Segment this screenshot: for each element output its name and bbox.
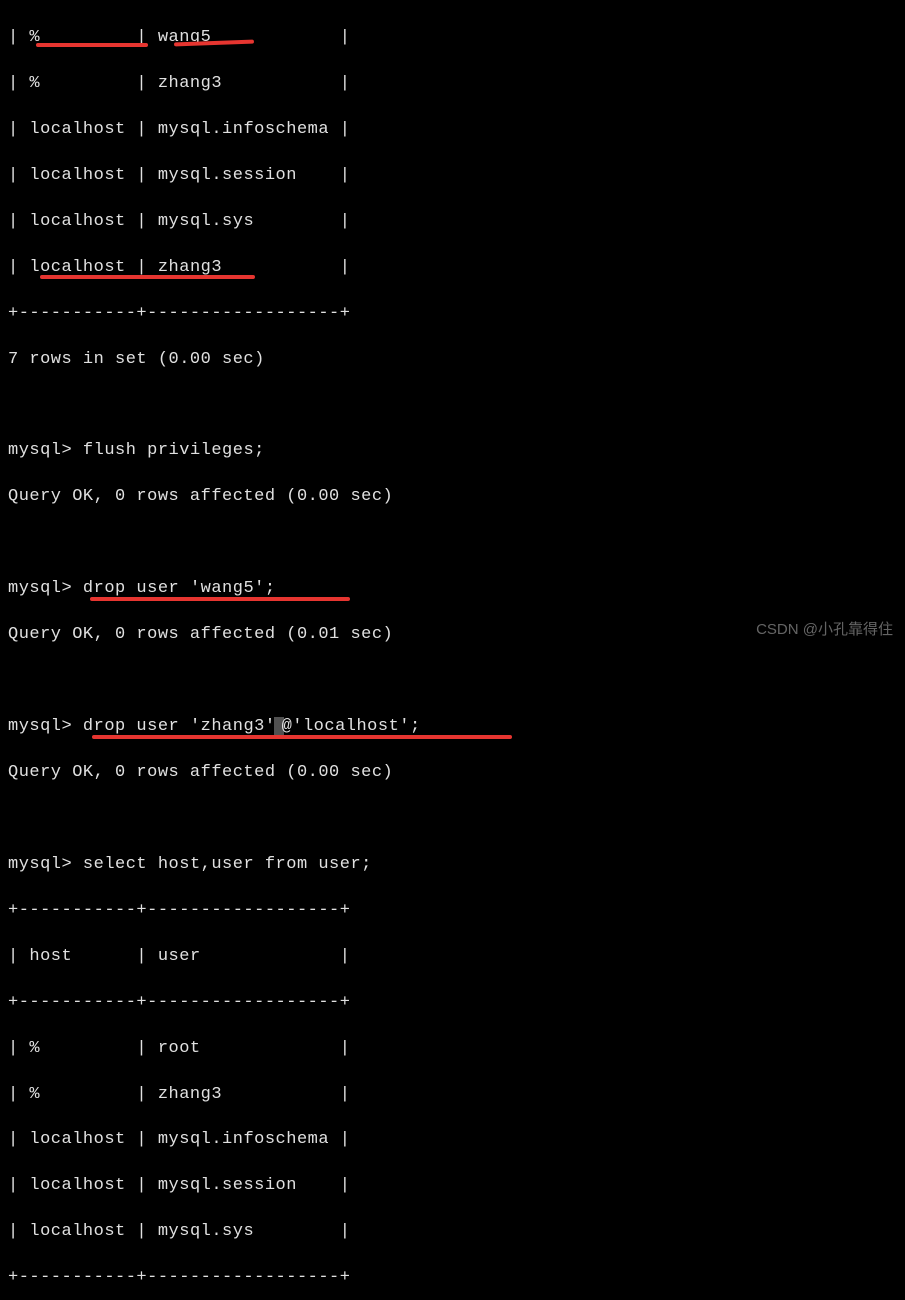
blank-line [8, 394, 897, 417]
mysql-prompt-line[interactable]: mysql> flush privileges; [8, 440, 897, 463]
table-header: | host | user | [8, 946, 897, 969]
table-row: | % | root | [8, 1038, 897, 1061]
watermark: CSDN @小孔靠得住 [756, 620, 893, 640]
table-row: | localhost | zhang3 | [8, 257, 897, 280]
table-row: | % | wang5 | [8, 27, 897, 50]
table-row: | localhost | mysql.sys | [8, 1221, 897, 1244]
row-count: 7 rows in set (0.00 sec) [8, 349, 897, 372]
terminal-output: | % | wang5 | | % | zhang3 | | localhost… [8, 4, 897, 1300]
table-row: | localhost | mysql.infoschema | [8, 119, 897, 142]
table-row: | localhost | mysql.session | [8, 165, 897, 188]
table-row: | localhost | mysql.infoschema | [8, 1129, 897, 1152]
table-row: | % | zhang3 | [8, 73, 897, 96]
table-border: +-----------+------------------+ [8, 303, 897, 326]
query-result: Query OK, 0 rows affected (0.00 sec) [8, 762, 897, 785]
blank-line [8, 670, 897, 693]
table-row: | localhost | mysql.session | [8, 1175, 897, 1198]
mysql-prompt-line[interactable]: mysql> drop user 'zhang3'@'localhost'; [8, 716, 897, 739]
table-row: | localhost | mysql.sys | [8, 211, 897, 234]
blank-line [8, 532, 897, 555]
table-row: | % | zhang3 | [8, 1084, 897, 1107]
table-border: +-----------+------------------+ [8, 900, 897, 923]
blank-line [8, 808, 897, 831]
table-border: +-----------+------------------+ [8, 992, 897, 1015]
query-result: Query OK, 0 rows affected (0.00 sec) [8, 486, 897, 509]
mysql-prompt-line[interactable]: mysql> drop user 'wang5'; [8, 578, 897, 601]
mysql-prompt-line[interactable]: mysql> select host,user from user; [8, 854, 897, 877]
table-border: +-----------+------------------+ [8, 1267, 897, 1290]
